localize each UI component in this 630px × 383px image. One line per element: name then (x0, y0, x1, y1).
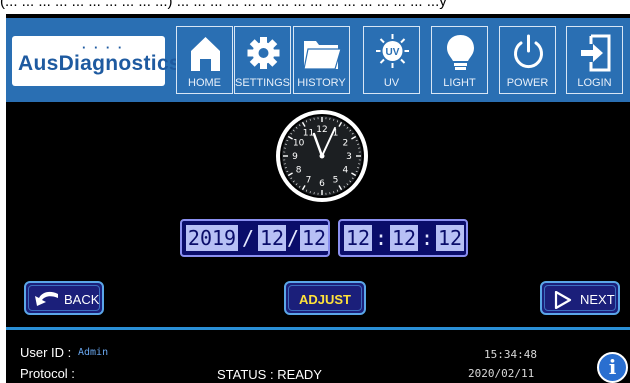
second-field[interactable]: 12 (436, 225, 464, 251)
time-separator: : (420, 226, 434, 250)
brand-name: AusDiagnostics (18, 52, 181, 75)
power-button[interactable]: POWER (499, 26, 556, 94)
clock-numeral: 9 (292, 152, 298, 162)
clock-numeral: 12 (316, 125, 327, 135)
status-time: 15:34:48 (484, 348, 537, 361)
uv-icon: UV (376, 34, 409, 68)
user-id-label: User ID : (20, 345, 72, 360)
clock-numeral: 4 (343, 166, 349, 176)
brand-logo: · · · · AusDiagnostics (12, 36, 181, 86)
settings-label: SETTINGS (235, 77, 291, 89)
next-button[interactable]: NEXT (540, 281, 620, 315)
login-icon (581, 34, 611, 72)
hour-field[interactable]: 12 (344, 225, 372, 251)
time-separator: : (374, 226, 388, 250)
login-label: LOGIN (577, 77, 612, 89)
gear-icon (247, 37, 280, 69)
power-icon (514, 34, 543, 69)
settings-button[interactable]: SETTINGS (234, 26, 291, 94)
status-text: STATUS : READY (217, 367, 322, 382)
folder-icon (303, 41, 342, 70)
back-arrow-icon (35, 291, 58, 306)
clock-numeral: 5 (333, 175, 339, 185)
user-id-value: Admin (78, 347, 109, 358)
clock-numeral: 7 (306, 175, 312, 185)
clock-center-pin (319, 153, 325, 159)
clock-numeral: 11 (303, 129, 314, 139)
info-icon: i (608, 355, 617, 379)
clock-numeral: 3 (346, 152, 352, 162)
home-label: HOME (188, 77, 221, 89)
power-label: POWER (506, 77, 549, 89)
uv-label: UV (383, 77, 400, 89)
top-toolbar: · · · · AusDiagnostics HOME SETTINGS HIS… (6, 18, 630, 102)
next-label: NEXT (580, 292, 615, 307)
uv-icon-text: UV (386, 47, 400, 58)
back-label: BACK (64, 292, 100, 307)
light-button[interactable]: LIGHT (431, 26, 488, 94)
year-field[interactable]: 2019 (186, 225, 238, 251)
caption-text: (... ... ... ... ... ... ... ... ... ...… (0, 0, 447, 10)
adjust-button[interactable]: ADJUST (284, 281, 366, 315)
history-button[interactable]: HISTORY (293, 26, 350, 94)
clock-numeral: 6 (319, 179, 325, 189)
clock-numeral: 2 (343, 139, 349, 149)
date-separator: / (286, 226, 300, 250)
clock-numeral: 10 (293, 139, 305, 149)
lightbulb-icon (447, 35, 474, 70)
caption-strip: (... ... ... ... ... ... ... ... ... ...… (0, 0, 630, 14)
history-label: HISTORY (297, 77, 346, 89)
play-arrow-icon (554, 291, 572, 309)
time-input-group: 12 : 12 : 12 (338, 219, 468, 257)
info-button[interactable]: i (597, 352, 628, 383)
minute-field[interactable]: 12 (390, 225, 418, 251)
date-input-group: 2019 / 12 / 12 (180, 219, 330, 257)
home-button[interactable]: HOME (176, 26, 233, 94)
adjust-label: ADJUST (298, 292, 351, 307)
device-screen: · · · · AusDiagnostics HOME SETTINGS HIS… (6, 14, 630, 383)
month-field[interactable]: 12 (258, 225, 286, 251)
back-button[interactable]: BACK (24, 281, 104, 315)
home-icon (191, 37, 220, 71)
status-date: 2020/02/11 (468, 367, 535, 380)
analog-clock: 12 1234567891011 (276, 110, 368, 202)
login-button[interactable]: LOGIN (566, 26, 623, 94)
day-field[interactable]: 12 (300, 225, 328, 251)
protocol-label: Protocol : (20, 366, 75, 381)
status-bar: User ID : Admin Protocol : STATUS : READ… (6, 330, 630, 383)
light-label: LIGHT (443, 77, 476, 89)
date-separator: / (241, 226, 255, 250)
uv-button[interactable]: UV UV (363, 26, 420, 94)
clock-numeral: 8 (296, 166, 302, 176)
